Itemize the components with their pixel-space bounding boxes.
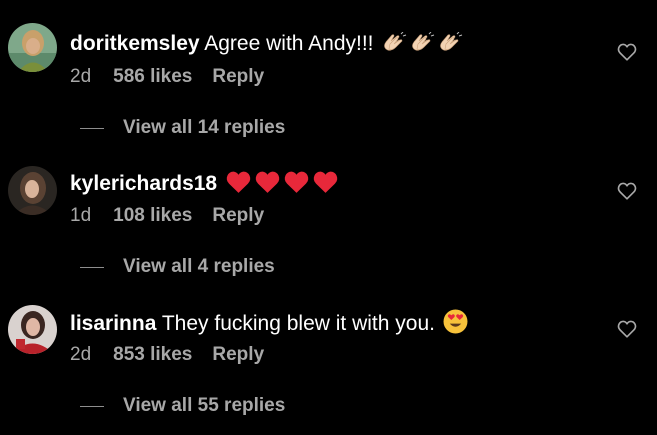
comment-time: 2d: [70, 66, 92, 87]
comment-time: 2d: [70, 344, 92, 365]
comment-meta: 2d 586 likes Reply: [70, 65, 264, 89]
reply-button[interactable]: Reply: [212, 204, 264, 228]
red-heart-icon: [283, 170, 310, 201]
replies-divider: [80, 127, 104, 129]
likes-count[interactable]: 108 likes: [113, 204, 192, 228]
clapping-hands-icon: [409, 31, 435, 61]
view-replies-button[interactable]: View all 4 replies: [80, 256, 275, 278]
clapping-hands-icon: [437, 31, 463, 61]
like-heart-icon[interactable]: [617, 43, 637, 61]
likes-count[interactable]: 853 likes: [113, 343, 192, 367]
comment-line: kylerichards18: [70, 170, 339, 201]
comment-text: They fucking blew it with you.: [161, 312, 435, 335]
view-replies-label: View all 55 replies: [123, 395, 286, 416]
username[interactable]: kylerichards18: [70, 172, 217, 195]
red-heart-icon: [225, 170, 252, 201]
clapping-hands-icon: [381, 31, 407, 61]
replies-divider: [80, 405, 104, 407]
username[interactable]: lisarinna: [70, 312, 156, 335]
comment-line: lisarinna They fucking blew it with you.: [70, 309, 468, 341]
comment-meta: 2d 853 likes Reply: [70, 343, 264, 367]
like-heart-icon[interactable]: [617, 320, 637, 338]
view-replies-label: View all 14 replies: [123, 117, 286, 138]
red-heart-icon: [254, 170, 281, 201]
comment-time: 1d: [70, 205, 92, 226]
reply-button[interactable]: Reply: [212, 65, 264, 89]
avatar[interactable]: [8, 305, 57, 354]
username[interactable]: doritkemsley: [70, 32, 200, 55]
view-replies-button[interactable]: View all 14 replies: [80, 117, 285, 139]
heart-eyes-face-icon: [443, 309, 468, 341]
view-replies-button[interactable]: View all 55 replies: [80, 395, 285, 417]
red-heart-icon: [312, 170, 339, 201]
reply-button[interactable]: Reply: [212, 343, 264, 367]
comment-meta: 1d 108 likes Reply: [70, 204, 264, 228]
avatar[interactable]: [8, 166, 57, 215]
view-replies-label: View all 4 replies: [123, 256, 275, 277]
likes-count[interactable]: 586 likes: [113, 65, 192, 89]
comment-line: doritkemsley Agree with Andy!!!: [70, 31, 463, 61]
comment-text: Agree with Andy!!!: [204, 32, 374, 55]
like-heart-icon[interactable]: [617, 182, 637, 200]
avatar[interactable]: [8, 23, 57, 72]
replies-divider: [80, 266, 104, 268]
